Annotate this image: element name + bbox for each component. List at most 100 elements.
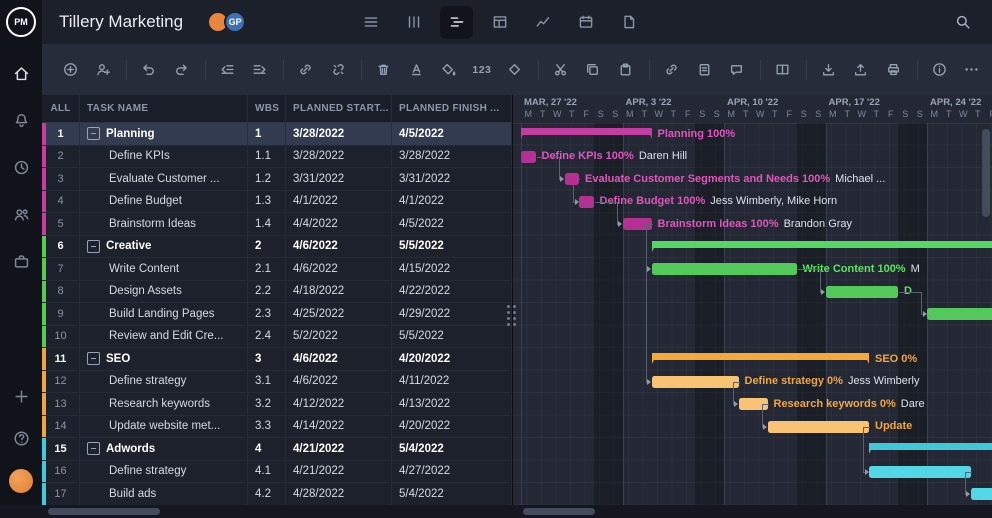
planned-start-cell[interactable]: 4/6/2022 xyxy=(286,258,392,280)
task-name-cell[interactable]: Build ads xyxy=(80,483,248,505)
row-number-cell[interactable]: 11 xyxy=(42,348,80,370)
toolbar-info-button[interactable] xyxy=(927,57,952,83)
wbs-cell[interactable]: 2.1 xyxy=(248,258,286,280)
toolbar-number-123-button[interactable]: 123 xyxy=(470,57,495,83)
planned-finish-cell[interactable]: 5/4/2022 xyxy=(392,483,512,505)
planned-start-cell[interactable]: 4/6/2022 xyxy=(286,236,392,258)
planned-finish-cell[interactable]: 4/5/2022 xyxy=(392,123,512,145)
table-row[interactable]: 15Adwords44/21/20225/4/2022 xyxy=(42,438,512,461)
gantt-task-bar[interactable] xyxy=(768,421,870,433)
planned-finish-cell[interactable]: 4/13/2022 xyxy=(392,393,512,415)
task-name-cell[interactable]: Define strategy xyxy=(80,371,248,393)
row-number-cell[interactable]: 8 xyxy=(42,281,80,303)
wbs-cell[interactable]: 4.2 xyxy=(248,483,286,505)
wbs-cell[interactable]: 2.2 xyxy=(248,281,286,303)
planned-finish-cell[interactable]: 4/22/2022 xyxy=(392,281,512,303)
toolbar-milestone-button[interactable] xyxy=(502,57,527,83)
toolbar-font-color-button[interactable] xyxy=(404,57,429,83)
row-number-cell[interactable]: 2 xyxy=(42,146,80,168)
row-number-cell[interactable]: 15 xyxy=(42,438,80,460)
toolbar-redo-button[interactable] xyxy=(169,57,194,83)
table-row[interactable]: 16Define strategy4.14/21/20224/27/2022 xyxy=(42,461,512,484)
row-number-cell[interactable]: 10 xyxy=(42,326,80,348)
sidebar-item-briefcase[interactable] xyxy=(10,250,32,272)
sidebar-item-home[interactable] xyxy=(10,62,32,84)
wbs-cell[interactable]: 3 xyxy=(248,348,286,370)
planned-start-cell[interactable]: 4/21/2022 xyxy=(286,438,392,460)
row-number-cell[interactable]: 6 xyxy=(42,236,80,258)
column-header-planned-finish[interactable]: PLANNED FINISH ... xyxy=(392,95,512,122)
gantt-task-bar[interactable] xyxy=(927,308,992,320)
table-row[interactable]: 3Evaluate Customer ...1.23/31/20223/31/2… xyxy=(42,168,512,191)
toolbar-attach-button[interactable] xyxy=(659,57,684,83)
toolbar-more-button[interactable] xyxy=(959,57,984,83)
wbs-cell[interactable]: 2 xyxy=(248,236,286,258)
table-row[interactable]: 7Write Content2.14/6/20224/15/2022 xyxy=(42,258,512,281)
panel-splitter[interactable] xyxy=(506,283,517,347)
wbs-cell[interactable]: 3.2 xyxy=(248,393,286,415)
gantt-task-bar[interactable] xyxy=(869,466,971,478)
toolbar-delete-button[interactable] xyxy=(371,57,396,83)
gantt-task-bar[interactable] xyxy=(826,286,899,298)
view-tab-sheet[interactable] xyxy=(483,6,516,39)
planned-finish-cell[interactable]: 4/11/2022 xyxy=(392,371,512,393)
toolbar-unlink-button[interactable] xyxy=(326,57,351,83)
wbs-cell[interactable]: 4 xyxy=(248,438,286,460)
row-number-cell[interactable]: 17 xyxy=(42,483,80,505)
table-row[interactable]: 13Research keywords3.24/12/20224/13/2022 xyxy=(42,393,512,416)
task-name-cell[interactable]: Evaluate Customer ... xyxy=(80,168,248,190)
wbs-cell[interactable]: 3.1 xyxy=(248,371,286,393)
toolbar-outdent-button[interactable] xyxy=(215,57,240,83)
task-name-cell[interactable]: Research keywords xyxy=(80,393,248,415)
column-header-wbs[interactable]: WBS xyxy=(248,95,286,122)
collapse-icon[interactable] xyxy=(87,442,100,455)
row-number-cell[interactable]: 1 xyxy=(42,123,80,145)
gantt-summary-bar[interactable] xyxy=(869,443,992,450)
sidebar-item-team[interactable] xyxy=(10,203,32,225)
table-row[interactable]: 12Define strategy3.14/6/20224/11/2022 xyxy=(42,371,512,394)
column-header-planned-start[interactable]: PLANNED START... xyxy=(286,95,392,122)
toolbar-indent-button[interactable] xyxy=(247,57,272,83)
search-button[interactable] xyxy=(948,7,978,37)
wbs-cell[interactable]: 1 xyxy=(248,123,286,145)
view-tab-doc[interactable] xyxy=(612,6,645,39)
task-name-cell[interactable]: Define strategy xyxy=(80,461,248,483)
task-name-cell[interactable]: Define KPIs xyxy=(80,146,248,168)
task-name-cell[interactable]: Update website met... xyxy=(80,416,248,438)
gantt-horizontal-scrollbar-thumb[interactable] xyxy=(523,508,595,515)
planned-start-cell[interactable]: 5/2/2022 xyxy=(286,326,392,348)
planned-finish-cell[interactable]: 4/27/2022 xyxy=(392,461,512,483)
planned-finish-cell[interactable]: 4/1/2022 xyxy=(392,191,512,213)
table-row[interactable]: 9Build Landing Pages2.34/25/20224/29/202… xyxy=(42,303,512,326)
collapse-icon[interactable] xyxy=(87,352,100,365)
planned-start-cell[interactable]: 3/31/2022 xyxy=(286,168,392,190)
planned-finish-cell[interactable]: 5/5/2022 xyxy=(392,326,512,348)
row-number-cell[interactable]: 13 xyxy=(42,393,80,415)
toolbar-undo-button[interactable] xyxy=(136,57,161,83)
toolbar-export-button[interactable] xyxy=(848,57,873,83)
toolbar-columns-button[interactable] xyxy=(770,57,795,83)
task-name-cell[interactable]: SEO xyxy=(80,348,248,370)
sidebar-item-clock[interactable] xyxy=(10,156,32,178)
table-row[interactable]: 6Creative24/6/20225/5/2022 xyxy=(42,236,512,259)
task-name-cell[interactable]: Design Assets xyxy=(80,281,248,303)
wbs-cell[interactable]: 1.3 xyxy=(248,191,286,213)
row-number-cell[interactable]: 4 xyxy=(42,191,80,213)
gantt-summary-bar[interactable] xyxy=(652,353,870,360)
wbs-cell[interactable]: 1.2 xyxy=(248,168,286,190)
collapse-icon[interactable] xyxy=(87,240,100,253)
gantt-task-bar[interactable] xyxy=(579,196,594,208)
planned-finish-cell[interactable]: 4/20/2022 xyxy=(392,416,512,438)
wbs-cell[interactable]: 4.1 xyxy=(248,461,286,483)
gantt-vertical-scrollbar-thumb[interactable] xyxy=(982,129,990,217)
planned-finish-cell[interactable]: 4/15/2022 xyxy=(392,258,512,280)
toolbar-fill-color-button[interactable] xyxy=(437,57,462,83)
wbs-cell[interactable]: 2.3 xyxy=(248,303,286,325)
toolbar-comment-button[interactable] xyxy=(724,57,749,83)
toolbar-add-user-button[interactable] xyxy=(91,57,116,83)
toolbar-add-task-button[interactable] xyxy=(58,57,83,83)
task-name-cell[interactable]: Brainstorm Ideas xyxy=(80,213,248,235)
planned-start-cell[interactable]: 3/28/2022 xyxy=(286,123,392,145)
planned-start-cell[interactable]: 4/28/2022 xyxy=(286,483,392,505)
task-name-cell[interactable]: Review and Edit Cre... xyxy=(80,326,248,348)
